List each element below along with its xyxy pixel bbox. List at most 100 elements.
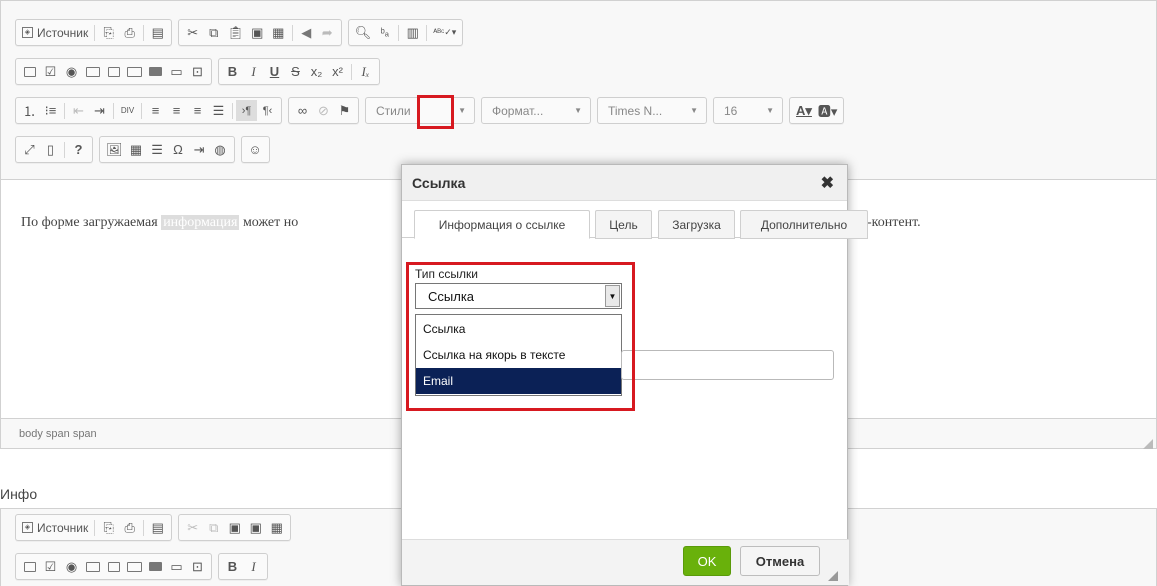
toolbar-group-colors: A▾ 🅰︎▾ [789, 97, 845, 124]
paste-text-icon[interactable]: ▣ [247, 22, 268, 43]
outdent-icon[interactable]: ⇤ [68, 100, 89, 121]
toolbar-group-insert: 🖼︎ ▦ ☰ Ω ⇥ ◍ [99, 136, 235, 163]
select-icon[interactable] [124, 61, 145, 82]
italic-icon[interactable]: I [243, 61, 264, 82]
source-button[interactable]: ◈ Источник [19, 22, 91, 43]
horizontal-rule-icon[interactable]: ☰ [147, 139, 168, 160]
size-combo[interactable]: 16 ▼ [713, 97, 783, 124]
image-button-icon[interactable]: ▭ [166, 61, 187, 82]
bold-icon[interactable]: B [222, 61, 243, 82]
format-combo[interactable]: Формат... ▼ [481, 97, 591, 124]
select-icon[interactable] [124, 556, 145, 577]
source-label: Источник [37, 25, 89, 40]
subscript-icon[interactable]: x₂ [306, 61, 327, 82]
align-right-icon[interactable]: ≡ [187, 100, 208, 121]
indent-icon[interactable]: ⇥ [89, 100, 110, 121]
underline-icon[interactable]: U [264, 61, 285, 82]
page-break-icon[interactable]: ⇥ [189, 139, 210, 160]
paste-icon[interactable]: 📋︎ [224, 22, 247, 43]
url-input[interactable] [621, 350, 834, 380]
paste-word-icon[interactable]: ▦ [266, 517, 287, 538]
numbered-list-icon[interactable]: ⒈ [19, 100, 40, 121]
anchor-icon[interactable]: ⚑ [334, 100, 355, 121]
help-icon[interactable]: ? [68, 139, 89, 160]
selected-text: информация [161, 215, 240, 230]
hidden-field-icon[interactable]: ⊡ [187, 61, 208, 82]
paste-text-icon[interactable]: ▣ [245, 517, 266, 538]
bg-color-icon[interactable]: 🅰︎▾ [815, 100, 841, 121]
image-icon[interactable]: 🖼︎ [103, 139, 126, 160]
paste-icon[interactable]: ▣ [224, 517, 245, 538]
align-center-icon[interactable]: ≡ [166, 100, 187, 121]
textfield-icon[interactable] [82, 556, 103, 577]
toolbar-group-tools: ⤢ ▯ ? [15, 136, 93, 163]
copy-icon[interactable]: ⧉ [203, 22, 224, 43]
textfield-icon[interactable] [82, 61, 103, 82]
div-icon[interactable]: DIV [117, 100, 138, 121]
format-label: Формат... [492, 103, 544, 118]
special-char-icon[interactable]: Ω [168, 139, 189, 160]
font-combo[interactable]: Times N... ▼ [597, 97, 707, 124]
dialog-titlebar[interactable]: Ссылка ✖ [402, 165, 847, 201]
button-icon[interactable] [145, 61, 166, 82]
maximize-icon[interactable]: ⤢ [19, 139, 40, 160]
find-icon[interactable]: 🔍︎ [352, 22, 375, 43]
bulleted-list-icon[interactable]: ⁝≡ [40, 100, 61, 121]
hidden-field-icon[interactable]: ⊡ [187, 556, 208, 577]
unlink-icon[interactable]: ⊘ [313, 100, 334, 121]
preview-icon[interactable]: ⎘ [98, 517, 119, 538]
strike-icon[interactable]: S [285, 61, 306, 82]
preview-icon[interactable]: ⎘ [98, 22, 119, 43]
remove-format-icon[interactable]: Iₓ [355, 61, 376, 82]
separator [232, 102, 233, 119]
radio-icon[interactable]: ◉ [61, 556, 82, 577]
checkbox-icon[interactable]: ☑ [40, 556, 61, 577]
templates-icon[interactable]: ▤ [147, 517, 168, 538]
resize-grip-icon[interactable] [1143, 436, 1153, 449]
rtl-icon[interactable]: ¶‹ [257, 100, 278, 121]
redo-icon[interactable]: ➦ [317, 22, 338, 43]
textarea-icon[interactable] [103, 556, 124, 577]
tab-upload[interactable]: Загрузка [658, 210, 735, 239]
show-blocks-icon[interactable]: ▯ [40, 139, 61, 160]
superscript-icon[interactable]: x² [327, 61, 348, 82]
align-left-icon[interactable]: ≡ [145, 100, 166, 121]
cut-icon[interactable]: ✂ [182, 22, 203, 43]
spellcheck-icon[interactable]: ᴬᴮᶜ✓▾ [430, 22, 459, 43]
ltr-icon[interactable]: ›¶ [236, 100, 257, 121]
toolbar-group-forms: ☑ ◉ ▭ ⊡ [15, 553, 212, 580]
table-icon[interactable]: ▦ [126, 139, 147, 160]
textarea-icon[interactable] [103, 61, 124, 82]
tab-target[interactable]: Цель [595, 210, 652, 239]
select-all-icon[interactable]: ▥ [402, 22, 423, 43]
checkbox-icon[interactable]: ☑ [40, 61, 61, 82]
ok-button[interactable]: OK [683, 546, 731, 576]
cut-icon[interactable]: ✂ [182, 517, 203, 538]
chevron-down-icon: ▼ [766, 106, 774, 115]
print-icon[interactable]: ⎙ [119, 22, 140, 43]
align-justify-icon[interactable]: ☰ [208, 100, 229, 121]
iframe-icon[interactable]: ◍ [210, 139, 231, 160]
replace-icon[interactable]: ᵇₐ [374, 22, 395, 43]
tab-link-info[interactable]: Информация о ссылке [414, 210, 590, 239]
italic-icon[interactable]: I [243, 556, 264, 577]
tab-advanced[interactable]: Дополнительно [740, 210, 868, 239]
text-color-icon[interactable]: A▾ [793, 100, 815, 121]
form-icon[interactable] [19, 556, 40, 577]
undo-icon[interactable]: ◀ [296, 22, 317, 43]
templates-icon[interactable]: ▤ [147, 22, 168, 43]
copy-icon[interactable]: ⧉ [203, 517, 224, 538]
close-icon[interactable]: ✖ [821, 173, 834, 193]
link-icon[interactable]: ∞ [292, 100, 313, 121]
paste-word-icon[interactable]: ▦ [268, 22, 289, 43]
source-button[interactable]: ◈ Источник [19, 517, 91, 538]
cancel-button[interactable]: Отмена [740, 546, 820, 576]
smiley-icon[interactable]: ☺ [245, 139, 266, 160]
radio-icon[interactable]: ◉ [61, 61, 82, 82]
print-icon[interactable]: ⎙ [119, 517, 140, 538]
button-icon[interactable] [145, 556, 166, 577]
bold-icon[interactable]: B [222, 556, 243, 577]
form-icon[interactable] [19, 61, 40, 82]
image-button-icon[interactable]: ▭ [166, 556, 187, 577]
dialog-resize-grip-icon[interactable] [828, 568, 838, 581]
